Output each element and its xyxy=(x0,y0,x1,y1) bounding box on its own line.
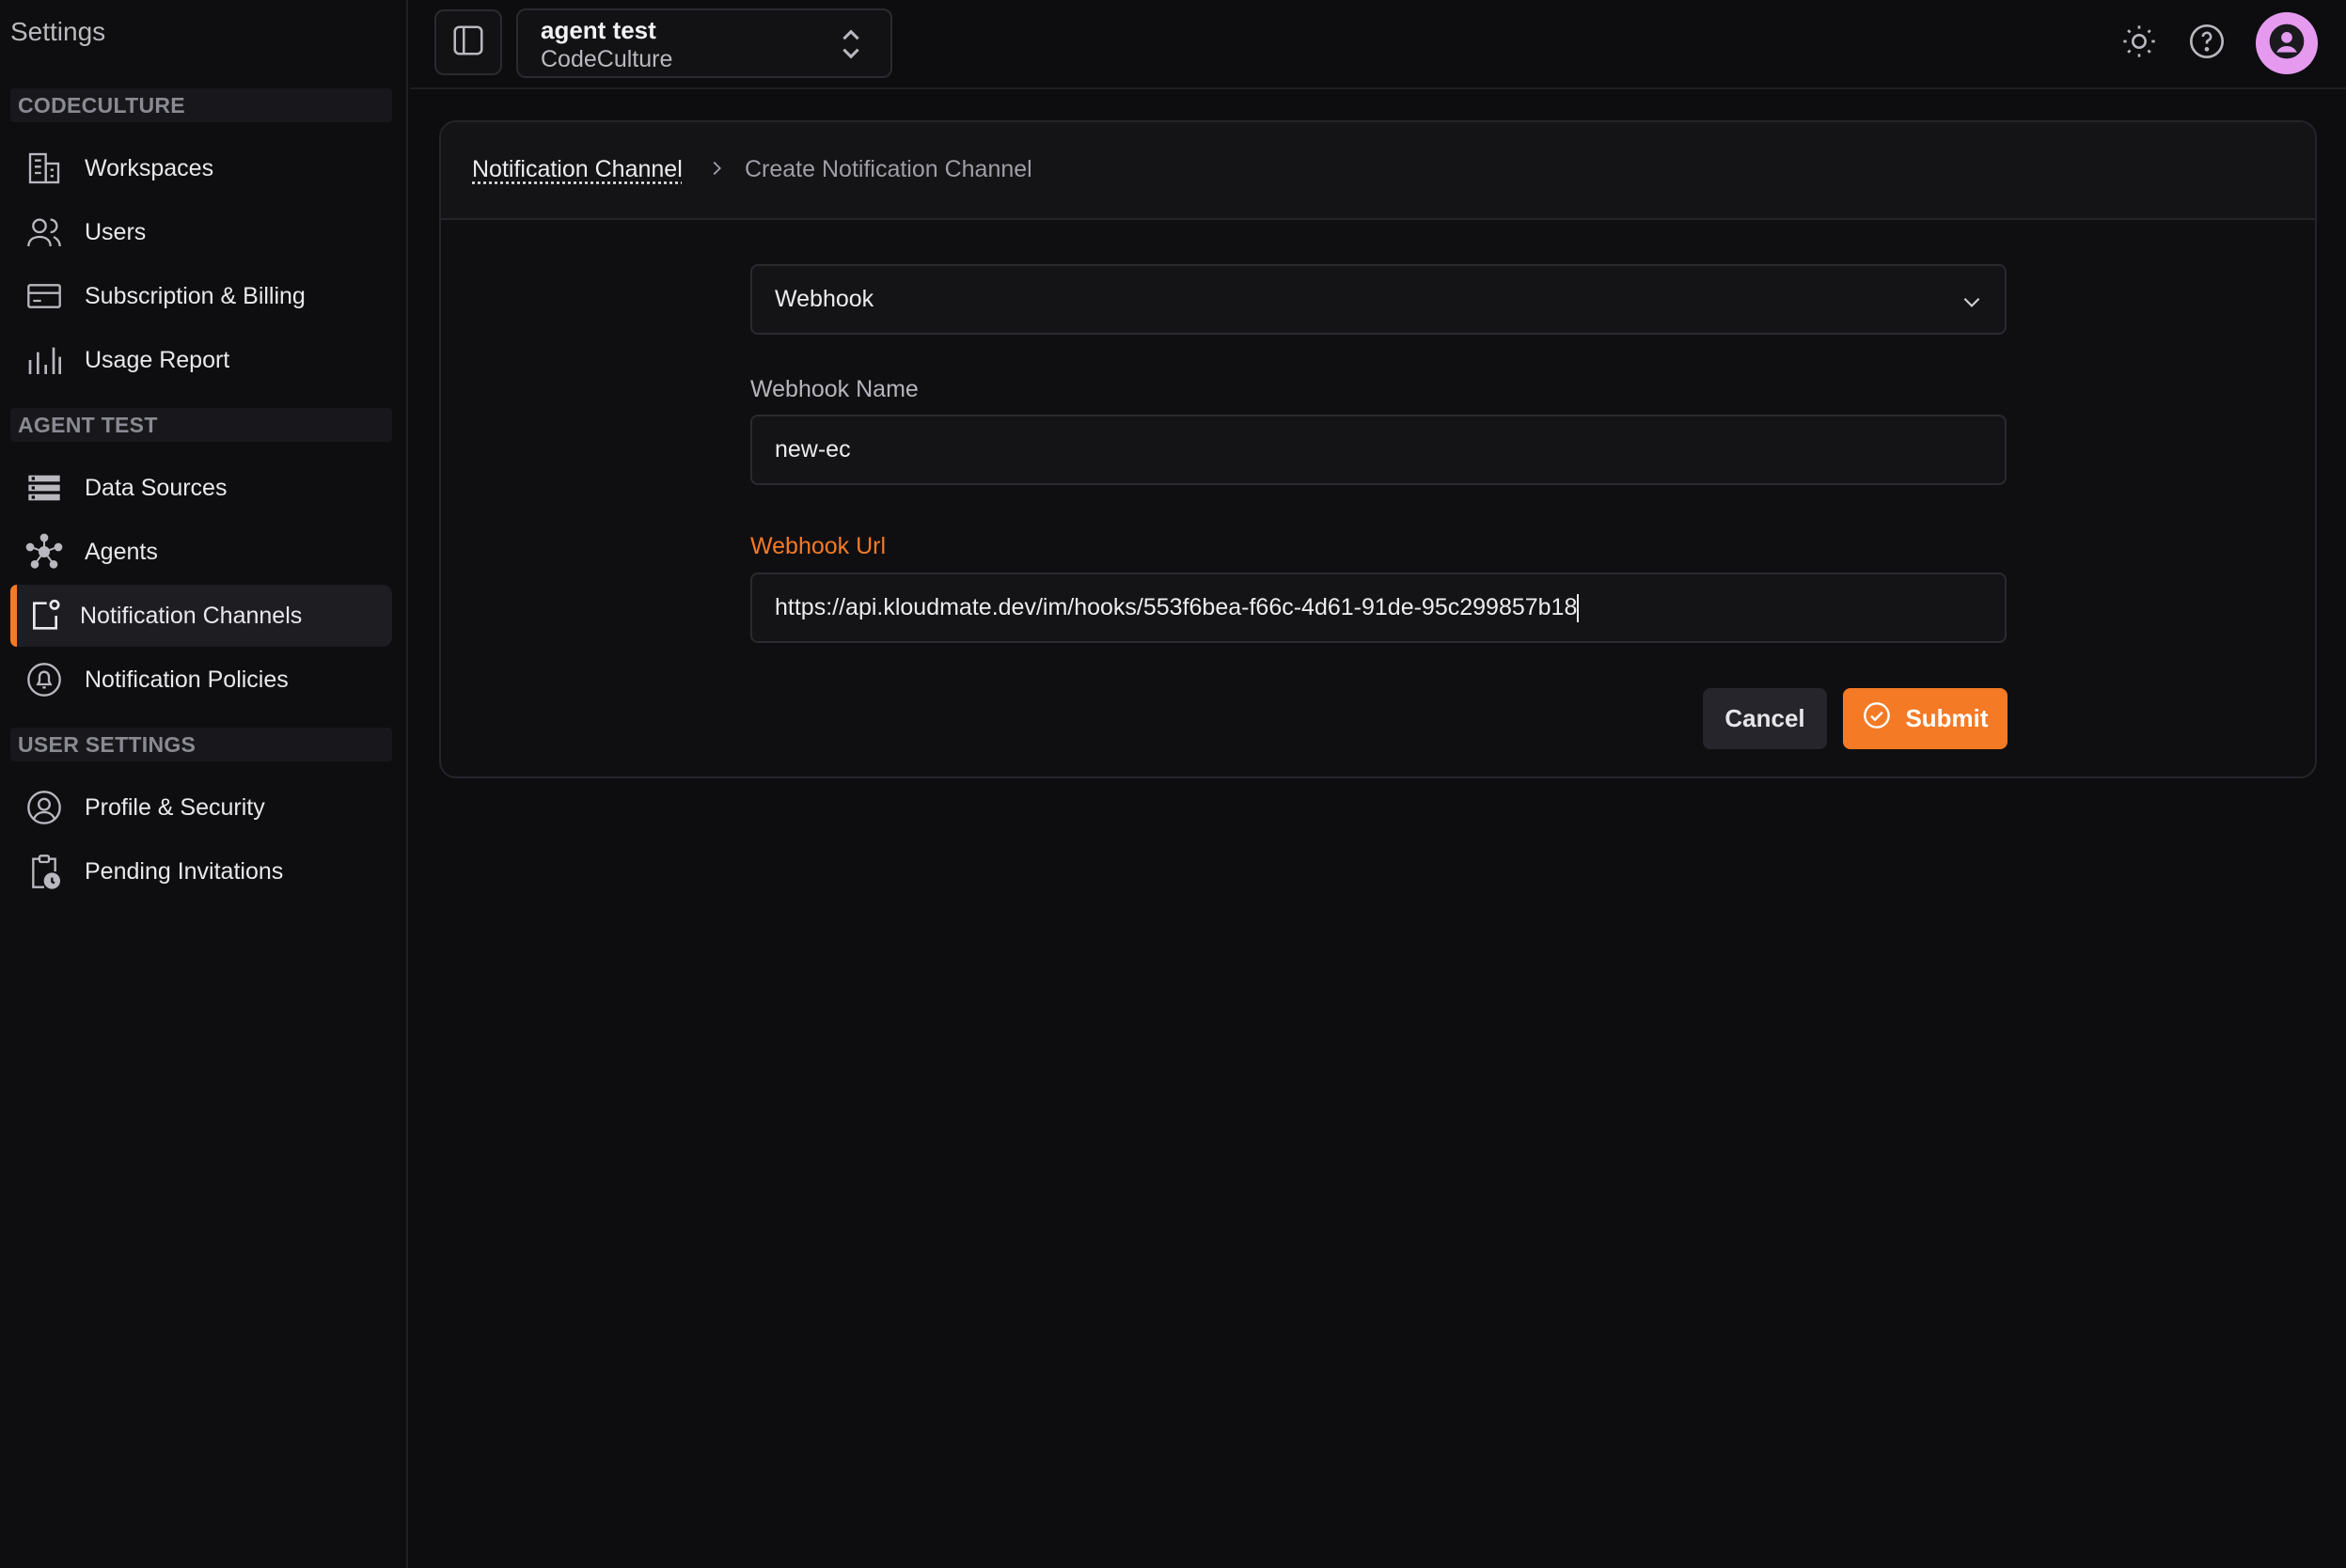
webhook-name-input[interactable] xyxy=(775,436,1982,463)
help-button[interactable] xyxy=(2184,21,2229,66)
sidebar-item-label: Notification Policies xyxy=(85,666,289,693)
sidebar-item-label: Notification Channels xyxy=(80,602,303,629)
sidebar-item-pending-invitations[interactable]: Pending Invitations xyxy=(10,840,392,902)
organization-name: CodeCulture xyxy=(541,46,673,72)
channel-type-value: Webhook xyxy=(775,286,874,312)
sidebar-item-users[interactable]: Users xyxy=(10,201,392,263)
bell-circle-icon xyxy=(24,660,64,699)
sidebar-item-subscription-billing[interactable]: Subscription & Billing xyxy=(10,265,392,327)
sidebar-item-label: Usage Report xyxy=(85,346,230,373)
breadcrumb-current: Create Notification Channel xyxy=(745,156,1032,182)
top-bar: agent test CodeCulture xyxy=(410,0,2346,89)
channel-type-select[interactable]: Webhook xyxy=(750,264,2007,335)
chevron-down-icon xyxy=(1960,290,1984,321)
bar-chart-icon xyxy=(24,340,64,380)
section-header-user-settings: USER SETTINGS xyxy=(10,728,392,761)
check-circle-icon xyxy=(1862,700,1905,737)
avatar[interactable] xyxy=(2256,12,2318,74)
breadcrumb-parent-link[interactable]: Notification Channel xyxy=(472,156,683,183)
webhook-name-field[interactable] xyxy=(750,415,2007,485)
users-icon xyxy=(24,212,64,252)
workspace-switcher[interactable]: agent test CodeCulture xyxy=(516,8,892,78)
user-circle-icon xyxy=(24,788,64,827)
webhook-url-field[interactable]: https://api.kloudmate.dev/im/hooks/553f6… xyxy=(750,572,2007,643)
section-header-agent-test: AGENT TEST xyxy=(10,408,392,442)
active-indicator xyxy=(10,585,17,647)
sidebar-item-notification-policies[interactable]: Notification Policies xyxy=(10,649,392,711)
app-root: Settings CODECULTURE Workspaces Users Su… xyxy=(0,0,2346,1568)
sidebar-item-label: Data Sources xyxy=(85,474,228,501)
sidebar-item-label: Profile & Security xyxy=(85,793,265,821)
clipboard-clock-icon xyxy=(24,852,64,891)
theme-toggle-button[interactable] xyxy=(2117,21,2162,66)
chevron-right-icon xyxy=(706,158,727,183)
sidebar-item-data-sources[interactable]: Data Sources xyxy=(10,457,392,519)
chevrons-up-down-icon xyxy=(840,26,862,67)
sidebar-item-label: Workspaces xyxy=(85,154,214,181)
sidebar-item-profile-security[interactable]: Profile & Security xyxy=(10,776,392,839)
sidebar-item-label: Pending Invitations xyxy=(85,857,284,885)
submit-label: Submit xyxy=(1905,704,1989,732)
webhook-url-label: Webhook Url xyxy=(750,533,887,559)
sidebar-title: Settings xyxy=(10,17,106,46)
sidebar-item-workspaces[interactable]: Workspaces xyxy=(10,137,392,199)
sidebar-item-label: Agents xyxy=(85,538,158,565)
webhook-name-label: Webhook Name xyxy=(750,376,919,402)
workspace-name: agent test xyxy=(541,16,656,44)
sidebar-item-label: Users xyxy=(85,218,147,245)
section-header-codeculture: CODECULTURE xyxy=(10,88,392,122)
building-icon xyxy=(24,149,64,188)
sidebar: Settings CODECULTURE Workspaces Users Su… xyxy=(0,0,408,1568)
sidebar-item-agents[interactable]: Agents xyxy=(10,521,392,583)
webhook-url-input[interactable]: https://api.kloudmate.dev/im/hooks/553f6… xyxy=(775,594,1577,621)
sun-icon xyxy=(2120,23,2158,65)
sidebar-item-label: Subscription & Billing xyxy=(85,282,306,309)
database-icon xyxy=(24,468,64,508)
help-circle-icon xyxy=(2188,23,2226,65)
credit-card-icon xyxy=(24,276,64,316)
user-avatar-icon xyxy=(2268,23,2306,65)
create-channel-card: Notification Channel Create Notification… xyxy=(439,120,2317,778)
cancel-button[interactable]: Cancel xyxy=(1703,688,1827,749)
text-cursor xyxy=(1577,593,1580,622)
breadcrumb: Notification Channel Create Notification… xyxy=(441,122,2315,220)
submit-button[interactable]: Submit xyxy=(1843,688,2007,749)
sidebar-toggle-button[interactable] xyxy=(434,9,502,75)
sidebar-item-notification-channels[interactable]: Notification Channels xyxy=(10,585,392,647)
notification-channel-icon xyxy=(25,596,65,635)
agents-network-icon xyxy=(24,532,64,572)
sidebar-panel-icon xyxy=(450,23,486,63)
sidebar-item-usage-report[interactable]: Usage Report xyxy=(10,329,392,391)
